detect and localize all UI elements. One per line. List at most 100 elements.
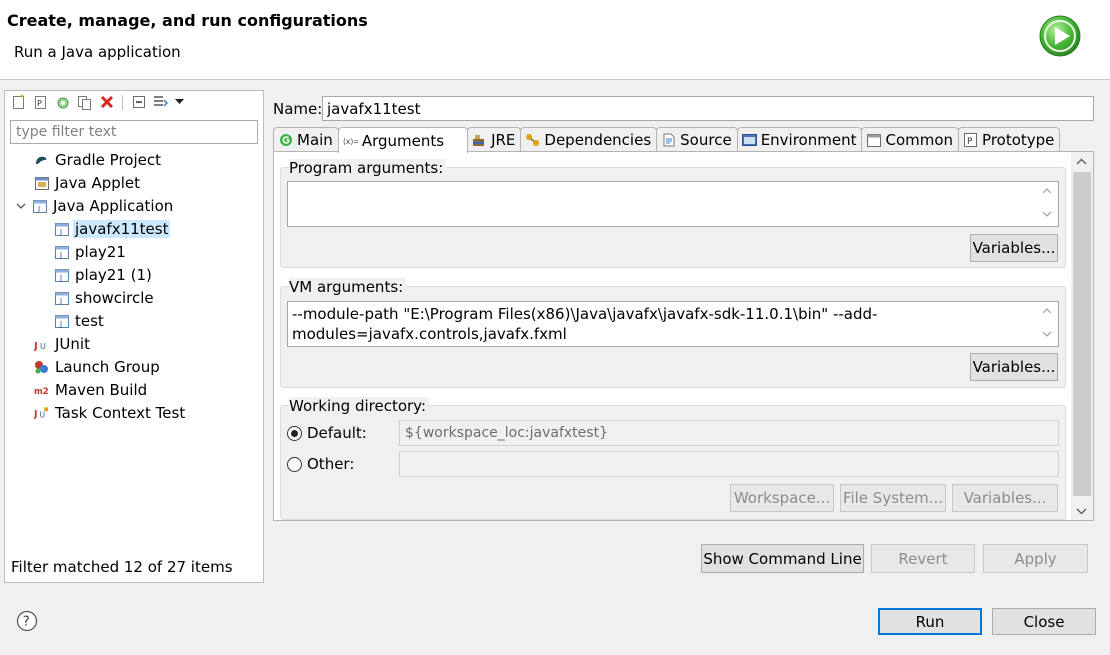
svg-text:U: U xyxy=(40,411,46,420)
vm-arguments-line: --module-path "E:\Program Files(x86)\Jav… xyxy=(292,305,878,323)
name-input[interactable] xyxy=(322,96,1094,121)
java-config-icon: J xyxy=(54,245,69,260)
java-application-icon: J xyxy=(32,199,47,214)
svg-text:m2: m2 xyxy=(34,386,49,396)
tree-item-junit[interactable]: JU JUnit xyxy=(34,333,90,355)
panel-scrollbar-thumb[interactable] xyxy=(1073,172,1091,496)
chevron-down-icon[interactable] xyxy=(16,200,26,213)
name-label: Name: xyxy=(273,100,323,118)
junit-icon: JU xyxy=(34,337,49,352)
tab-common[interactable]: Common xyxy=(861,127,960,152)
tree-item-java-applet[interactable]: Java Applet xyxy=(34,172,140,194)
other-directory-radio[interactable]: Other: xyxy=(287,455,354,473)
filter-input[interactable] xyxy=(10,120,258,144)
svg-text:(x)=: (x)= xyxy=(343,136,358,145)
file-system-button[interactable]: File System... xyxy=(840,484,946,512)
dependencies-tab-icon xyxy=(525,133,540,148)
vm-variables-button[interactable]: Variables... xyxy=(970,353,1058,381)
textarea-scroll-down-icon[interactable] xyxy=(1040,209,1054,220)
dialog-title: Create, manage, and run configurations xyxy=(7,11,368,30)
default-directory-label: Default: xyxy=(307,424,367,442)
new-configuration-icon[interactable] xyxy=(10,94,27,111)
run-button[interactable]: Run xyxy=(878,608,982,635)
revert-button[interactable]: Revert xyxy=(871,544,975,573)
directory-variables-button[interactable]: Variables... xyxy=(952,484,1058,512)
svg-text:J: J xyxy=(59,274,62,282)
gradle-icon xyxy=(34,153,49,168)
tab-source[interactable]: Source xyxy=(656,127,738,152)
scroll-up-icon[interactable] xyxy=(1076,155,1087,168)
vm-arguments-textarea[interactable]: --module-path "E:\Program Files(x86)\Jav… xyxy=(287,301,1059,347)
radio-selected-icon xyxy=(287,425,302,441)
tab-arguments[interactable]: (x)= Arguments xyxy=(337,127,469,153)
svg-text:P: P xyxy=(967,137,973,147)
workspace-button[interactable]: Workspace... xyxy=(730,484,834,512)
textarea-scroll-up-icon[interactable] xyxy=(1040,306,1054,317)
svg-text:J: J xyxy=(59,320,62,328)
tree-item-launch-group[interactable]: Launch Group xyxy=(34,356,160,378)
scroll-down-icon[interactable] xyxy=(1076,505,1087,518)
tree-item-test[interactable]: J test xyxy=(54,310,104,332)
tree-item-label: test xyxy=(75,312,104,330)
filter-configurations-icon[interactable] xyxy=(152,94,169,111)
tree-item-label: showcircle xyxy=(75,289,154,307)
config-tabs: Main (x)= Arguments JRE Dependencies Sou… xyxy=(273,127,1061,153)
export-configuration-icon[interactable] xyxy=(54,94,71,111)
tree-item-label: Task Context Test xyxy=(55,404,186,422)
tab-prototype[interactable]: P Prototype xyxy=(958,127,1061,152)
tree-item-maven-build[interactable]: m2 Maven Build xyxy=(34,379,147,401)
tree-item-javafx11test[interactable]: J javafx11test xyxy=(54,218,171,240)
program-variables-button[interactable]: Variables... xyxy=(970,234,1058,262)
svg-text:U: U xyxy=(40,342,46,351)
tree-item-label: Java Application xyxy=(53,197,174,215)
delete-configuration-icon[interactable] xyxy=(98,94,115,111)
tab-main[interactable]: Main xyxy=(273,127,339,152)
help-icon[interactable]: ? xyxy=(16,610,38,632)
filter-menu-dropdown-icon[interactable] xyxy=(174,94,184,111)
tree-item-label: Java Applet xyxy=(55,174,141,192)
tab-label: Common xyxy=(885,131,954,149)
collapse-all-icon[interactable] xyxy=(130,94,147,111)
svg-text:J: J xyxy=(34,409,37,420)
tree-item-label: JUnit xyxy=(55,335,90,353)
arguments-tab-icon: (x)= xyxy=(343,133,358,148)
prototype-tab-icon: P xyxy=(963,133,978,148)
tab-jre[interactable]: JRE xyxy=(467,127,522,152)
show-command-line-button[interactable]: Show Command Line xyxy=(701,544,864,573)
tree-item-java-application[interactable]: J Java Application xyxy=(16,195,173,217)
textarea-scroll-up-icon[interactable] xyxy=(1040,186,1054,197)
svg-text:J: J xyxy=(59,297,62,305)
apply-button[interactable]: Apply xyxy=(983,544,1088,573)
close-button[interactable]: Close xyxy=(992,608,1096,635)
working-directory-label: Working directory: xyxy=(289,397,430,415)
maven-icon: m2 xyxy=(34,383,49,398)
tree-item-play21[interactable]: J play21 xyxy=(54,241,126,263)
java-config-icon: J xyxy=(54,222,69,237)
textarea-scroll-down-icon[interactable] xyxy=(1040,329,1054,340)
tree-item-label: Launch Group xyxy=(55,358,160,376)
tab-environment[interactable]: Environment xyxy=(736,127,863,152)
tree-item-gradle-project[interactable]: Gradle Project xyxy=(34,149,161,171)
tree-item-play21-1[interactable]: J play21 (1) xyxy=(54,264,152,286)
duplicate-configuration-icon[interactable] xyxy=(76,94,93,111)
common-tab-icon xyxy=(866,133,881,148)
launch-group-icon xyxy=(34,360,49,375)
default-directory-field: ${workspace_loc:javafxtest} xyxy=(399,420,1059,446)
filter-status-text: Filter matched 12 of 27 items xyxy=(11,558,233,576)
vm-arguments-label: VM arguments: xyxy=(289,278,407,296)
tab-label: JRE xyxy=(491,131,516,149)
source-tab-icon xyxy=(661,133,676,148)
tab-dependencies[interactable]: Dependencies xyxy=(520,127,658,152)
default-directory-radio[interactable]: Default: xyxy=(287,424,367,442)
tree-item-label: Maven Build xyxy=(55,381,148,399)
tree-item-task-context-test[interactable]: JU Task Context Test xyxy=(34,402,185,424)
svg-text:J: J xyxy=(37,205,40,213)
radio-unselected-icon xyxy=(287,456,302,472)
new-prototype-icon[interactable]: P xyxy=(32,94,49,111)
tab-label: Prototype xyxy=(982,131,1055,149)
svg-text:J: J xyxy=(34,341,38,351)
other-directory-field xyxy=(399,451,1059,477)
toolbar-separator xyxy=(122,94,123,110)
tree-item-showcircle[interactable]: J showcircle xyxy=(54,287,154,309)
program-arguments-textarea[interactable] xyxy=(287,181,1059,227)
